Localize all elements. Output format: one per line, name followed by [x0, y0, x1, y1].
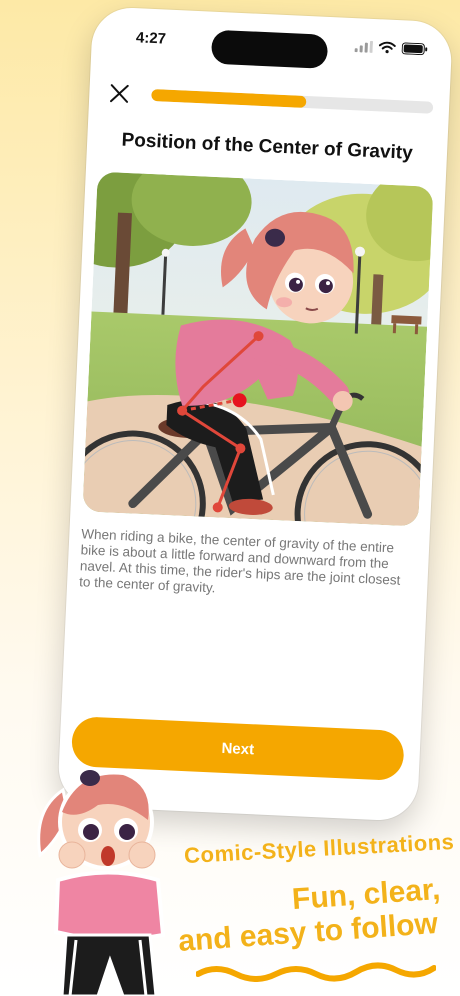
status-bar: 4:27 — [91, 24, 452, 70]
status-icons — [354, 40, 428, 56]
dynamic-island — [210, 29, 329, 69]
wifi-icon — [378, 41, 396, 54]
lesson-illustration — [82, 171, 434, 527]
promo-comic-style: Comic-Style Illustrations — [183, 828, 455, 869]
close-icon[interactable] — [107, 81, 132, 106]
status-time: 4:27 — [135, 29, 167, 48]
lesson-progress-bar — [151, 88, 434, 114]
phone-frame: 4:27 Position of the Center of Gravity W… — [57, 6, 453, 822]
mascot-character — [37, 770, 166, 996]
lesson-description: When riding a bike, the center of gravit… — [78, 526, 401, 596]
battery-icon — [401, 42, 428, 56]
progress-fill — [151, 88, 307, 108]
signal-icon — [354, 40, 373, 53]
wavy-underline — [196, 962, 436, 982]
page-title: Position of the Center of Gravity — [121, 129, 414, 164]
